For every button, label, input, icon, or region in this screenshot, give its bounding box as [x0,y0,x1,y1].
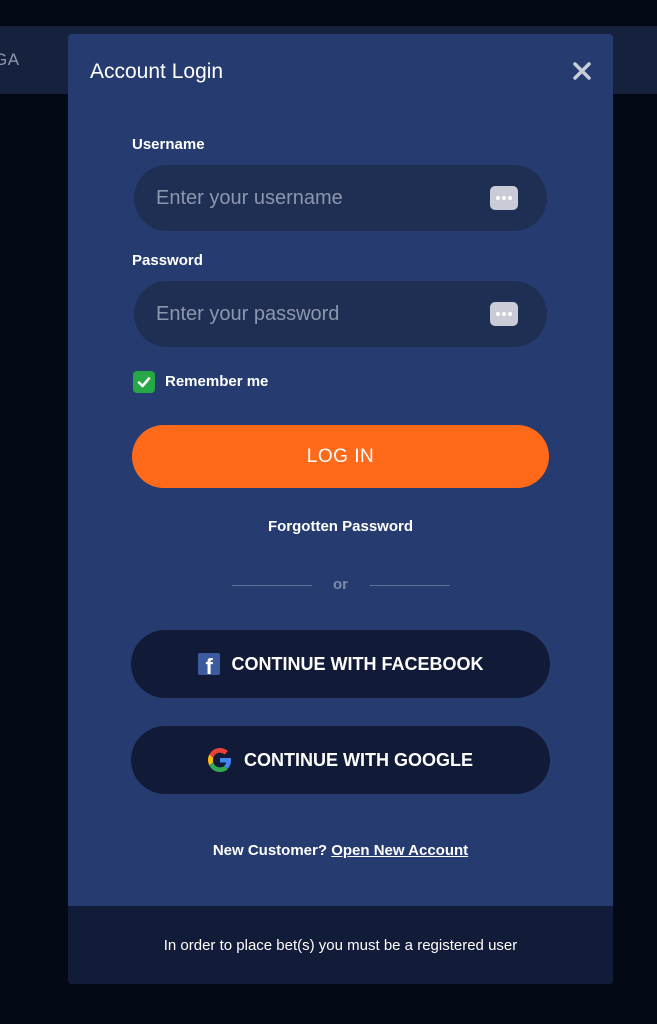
remember-me-checkbox[interactable] [133,371,155,393]
password-manager-icon[interactable] [490,302,518,326]
register-prompt: New Customer? Open New Account [68,842,613,859]
facebook-icon: f [197,653,220,675]
facebook-button-label: CONTINUE WITH FACEBOOK [231,653,484,674]
login-modal: Account Login Username Password Remember… [68,34,613,984]
open-new-account-link[interactable]: Open New Account [331,842,468,859]
password-input[interactable] [156,281,476,347]
google-button-label: CONTINUE WITH GOOGLE [244,749,473,770]
divider-or-text: or [333,576,348,593]
background-header-text: GA [0,50,20,69]
username-field-wrapper [134,165,547,231]
username-input[interactable] [156,165,476,231]
divider-line-right [370,585,450,586]
registration-notice: In order to place bet(s) you must be a r… [163,937,518,954]
password-manager-icon[interactable] [490,186,518,210]
username-label: Username [132,136,205,153]
google-icon [208,748,232,772]
continue-with-facebook-button[interactable]: f CONTINUE WITH FACEBOOK [131,630,550,698]
remember-me-label[interactable]: Remember me [165,373,268,390]
password-field-wrapper [134,281,547,347]
login-button[interactable]: LOG IN [132,425,549,488]
checkmark-icon [137,377,151,388]
modal-footer: In order to place bet(s) you must be a r… [68,906,613,984]
modal-title: Account Login [90,60,224,83]
continue-with-google-button[interactable]: CONTINUE WITH GOOGLE [131,726,550,794]
close-icon[interactable] [570,59,594,83]
password-label: Password [132,252,203,269]
forgotten-password-link[interactable]: Forgotten Password [68,518,613,535]
new-customer-text: New Customer? [212,842,328,859]
